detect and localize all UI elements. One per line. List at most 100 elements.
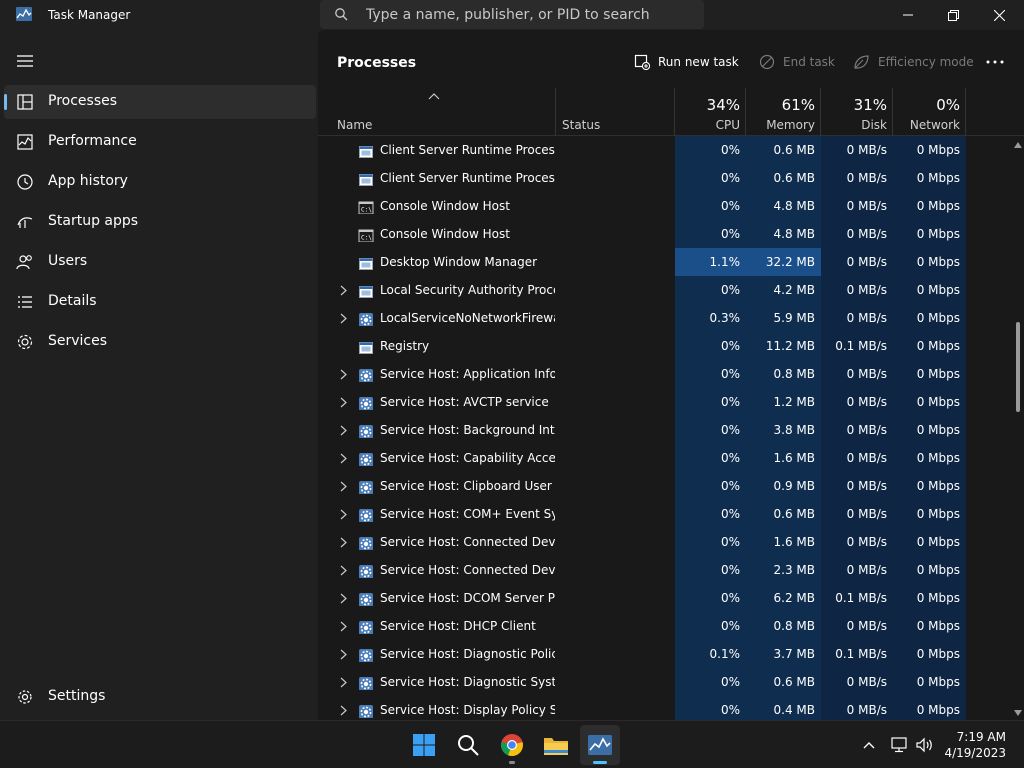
cpu-value: 0% <box>675 696 746 720</box>
disk-value: 0 MB/s <box>821 136 893 164</box>
scroll-up-icon[interactable] <box>1014 142 1022 148</box>
memory-value: 3.8 MB <box>746 416 821 444</box>
file-explorer-app[interactable] <box>536 725 576 765</box>
column-header-disk[interactable]: 31% Disk <box>821 88 893 136</box>
close-button[interactable] <box>976 0 1022 30</box>
table-row[interactable]: Client Server Runtime Process 0% 0.6 MB 0 M… <box>318 136 1008 164</box>
expand-chevron-icon[interactable] <box>336 276 350 304</box>
table-row[interactable]: Service Host: Display Policy Se... 0%0.4 … <box>318 696 1008 720</box>
table-row[interactable]: Service Host: DHCP Client 0% 0.8 MB 0 MB/s 0… <box>318 612 1008 640</box>
scrollbar-thumb[interactable] <box>1016 322 1020 412</box>
task-manager-app[interactable] <box>580 725 620 765</box>
show-hidden-icons-button[interactable] <box>858 721 880 768</box>
sidebar-item-processes[interactable]: Processes <box>4 85 316 119</box>
column-header-memory[interactable]: 61% Memory <box>746 88 821 136</box>
expand-chevron-icon[interactable] <box>336 416 350 444</box>
expand-placeholder <box>336 248 350 276</box>
search-button[interactable] <box>448 725 488 765</box>
sidebar-item-startup-apps[interactable]: Startup apps <box>4 205 316 239</box>
disk-value: 0 MB/s <box>821 444 893 472</box>
scroll-down-icon[interactable] <box>1014 710 1022 716</box>
expand-chevron-icon[interactable] <box>336 556 350 584</box>
table-row[interactable]: Service Host: Application Infor... 0% 0.8 … <box>318 360 1008 388</box>
end-task-button[interactable]: End task <box>759 48 835 76</box>
expand-chevron-icon[interactable] <box>336 612 350 640</box>
process-status <box>556 248 674 276</box>
table-row[interactable]: LocalServiceNoNetworkFirewa... 0.3% 5.9 MB… <box>318 304 1008 332</box>
network-value: 0 Mbps <box>893 304 966 332</box>
process-name: Service Host: Diagnostic Polic... <box>380 647 555 661</box>
column-header-cpu[interactable]: 34% CPU <box>675 88 746 136</box>
sidebar-item-services[interactable]: Services <box>4 325 316 359</box>
table-row[interactable]: Client Server Runtime Process 0% 0.6 MB 0 M… <box>318 164 1008 192</box>
sidebar-item-users[interactable]: Users <box>4 245 316 279</box>
disk-value: 0 MB/s <box>821 388 893 416</box>
table-row[interactable]: Service Host: Clipboard User S... 0%0.9 M… <box>318 472 1008 500</box>
chrome-app[interactable] <box>492 725 532 765</box>
svg-text:C:\: C:\ <box>361 235 372 242</box>
close-icon <box>993 9 1005 21</box>
table-row[interactable]: Service Host: AVCTP service 0% 1.2 MB 0 MB/… <box>318 388 1008 416</box>
expand-chevron-icon[interactable] <box>336 360 350 388</box>
table-row[interactable]: C:\ Console Window Host 0% 4.8 MB 0 MB/s 0 Mb… <box>318 192 1008 220</box>
chrome-icon <box>501 734 523 757</box>
memory-value: 1.6 MB <box>746 444 821 472</box>
disk-value: 0 MB/s <box>821 528 893 556</box>
gear-icon <box>358 310 374 326</box>
expand-chevron-icon[interactable] <box>336 696 350 720</box>
sidebar-item-details[interactable]: Details <box>4 285 316 319</box>
sidebar-item-performance[interactable]: Performance <box>4 125 316 159</box>
table-row[interactable]: Desktop Window Manager 1.1% 32.2 MB 0 MB/s 0… <box>318 248 1008 276</box>
network-status-button[interactable] <box>888 721 912 768</box>
expand-chevron-icon[interactable] <box>336 500 350 528</box>
sidebar-item-app-history[interactable]: App history <box>4 165 316 199</box>
expand-chevron-icon[interactable] <box>336 668 350 696</box>
table-row[interactable]: Service Host: Connected Devi... 0% 2.3 MB 0… <box>318 556 1008 584</box>
restore-button[interactable] <box>930 0 976 30</box>
expand-chevron-icon[interactable] <box>336 388 350 416</box>
table-row[interactable]: Local Security Authority Proce... 0% 4.2 M… <box>318 276 1008 304</box>
expand-chevron-icon[interactable] <box>336 304 350 332</box>
column-header-status[interactable]: Status <box>556 88 675 136</box>
sidebar-item-label: Details <box>48 293 97 309</box>
sidebar-item-settings[interactable]: Settings <box>4 680 316 714</box>
system-clock[interactable]: 7:19 AM 4/19/2023 <box>944 729 1006 761</box>
expand-chevron-icon[interactable] <box>336 640 350 668</box>
expand-chevron-icon[interactable] <box>336 444 350 472</box>
table-row[interactable]: Service Host: COM+ Event Sys...0%0.6 MB0… <box>318 500 1008 528</box>
column-header-network[interactable]: 0% Network <box>893 88 966 136</box>
run-new-task-label: Run new task <box>658 55 739 69</box>
table-row[interactable]: Service Host: Background Inte... 0% 3.8 MB… <box>318 416 1008 444</box>
process-status <box>556 136 674 164</box>
run-new-task-button[interactable]: Run new task <box>634 48 739 76</box>
hamburger-menu-icon[interactable] <box>16 54 34 68</box>
memory-value: 0.4 MB <box>746 696 821 720</box>
process-status <box>556 164 674 192</box>
disk-value: 0 MB/s <box>821 612 893 640</box>
start-button[interactable] <box>404 725 444 765</box>
window-icon <box>358 282 374 298</box>
expand-chevron-icon[interactable] <box>336 472 350 500</box>
table-row[interactable]: Service Host: Diagnostic Syste... 0%0.6 M… <box>318 668 1008 696</box>
cpu-value: 0% <box>675 472 746 500</box>
efficiency-mode-button[interactable]: Efficiency mode <box>853 48 974 76</box>
table-row[interactable]: Service Host: DCOM Server Pr... 0% 6.2 MB 0… <box>318 584 1008 612</box>
expand-chevron-icon[interactable] <box>336 584 350 612</box>
more-options-button[interactable] <box>986 48 1012 76</box>
minimize-button[interactable] <box>885 0 931 30</box>
volume-button[interactable] <box>913 721 937 768</box>
table-row[interactable]: Service Host: Capability Acces... 0% 1.6 M… <box>318 444 1008 472</box>
column-header-name[interactable]: Name <box>318 88 556 136</box>
table-row[interactable]: C:\ Console Window Host 0% 4.8 MB 0 MB/s 0 Mb… <box>318 220 1008 248</box>
table-row[interactable]: Service Host: Connected Devi... 0% 1.6 MB 0… <box>318 528 1008 556</box>
table-row[interactable]: Registry 0% 11.2 MB 0.1 MB/s 0 Mbps <box>318 332 1008 360</box>
vertical-scrollbar[interactable] <box>1012 136 1024 720</box>
sidebar-item-label: Users <box>48 253 88 269</box>
search-icon <box>335 8 348 21</box>
services-icon <box>17 334 33 350</box>
column-name-label: Name <box>337 118 373 132</box>
search-input[interactable] <box>366 5 696 25</box>
expand-chevron-icon[interactable] <box>336 528 350 556</box>
table-row[interactable]: Service Host: Diagnostic Polic... 0.1% 3.7… <box>318 640 1008 668</box>
sidebar-item-label: Performance <box>48 133 137 149</box>
